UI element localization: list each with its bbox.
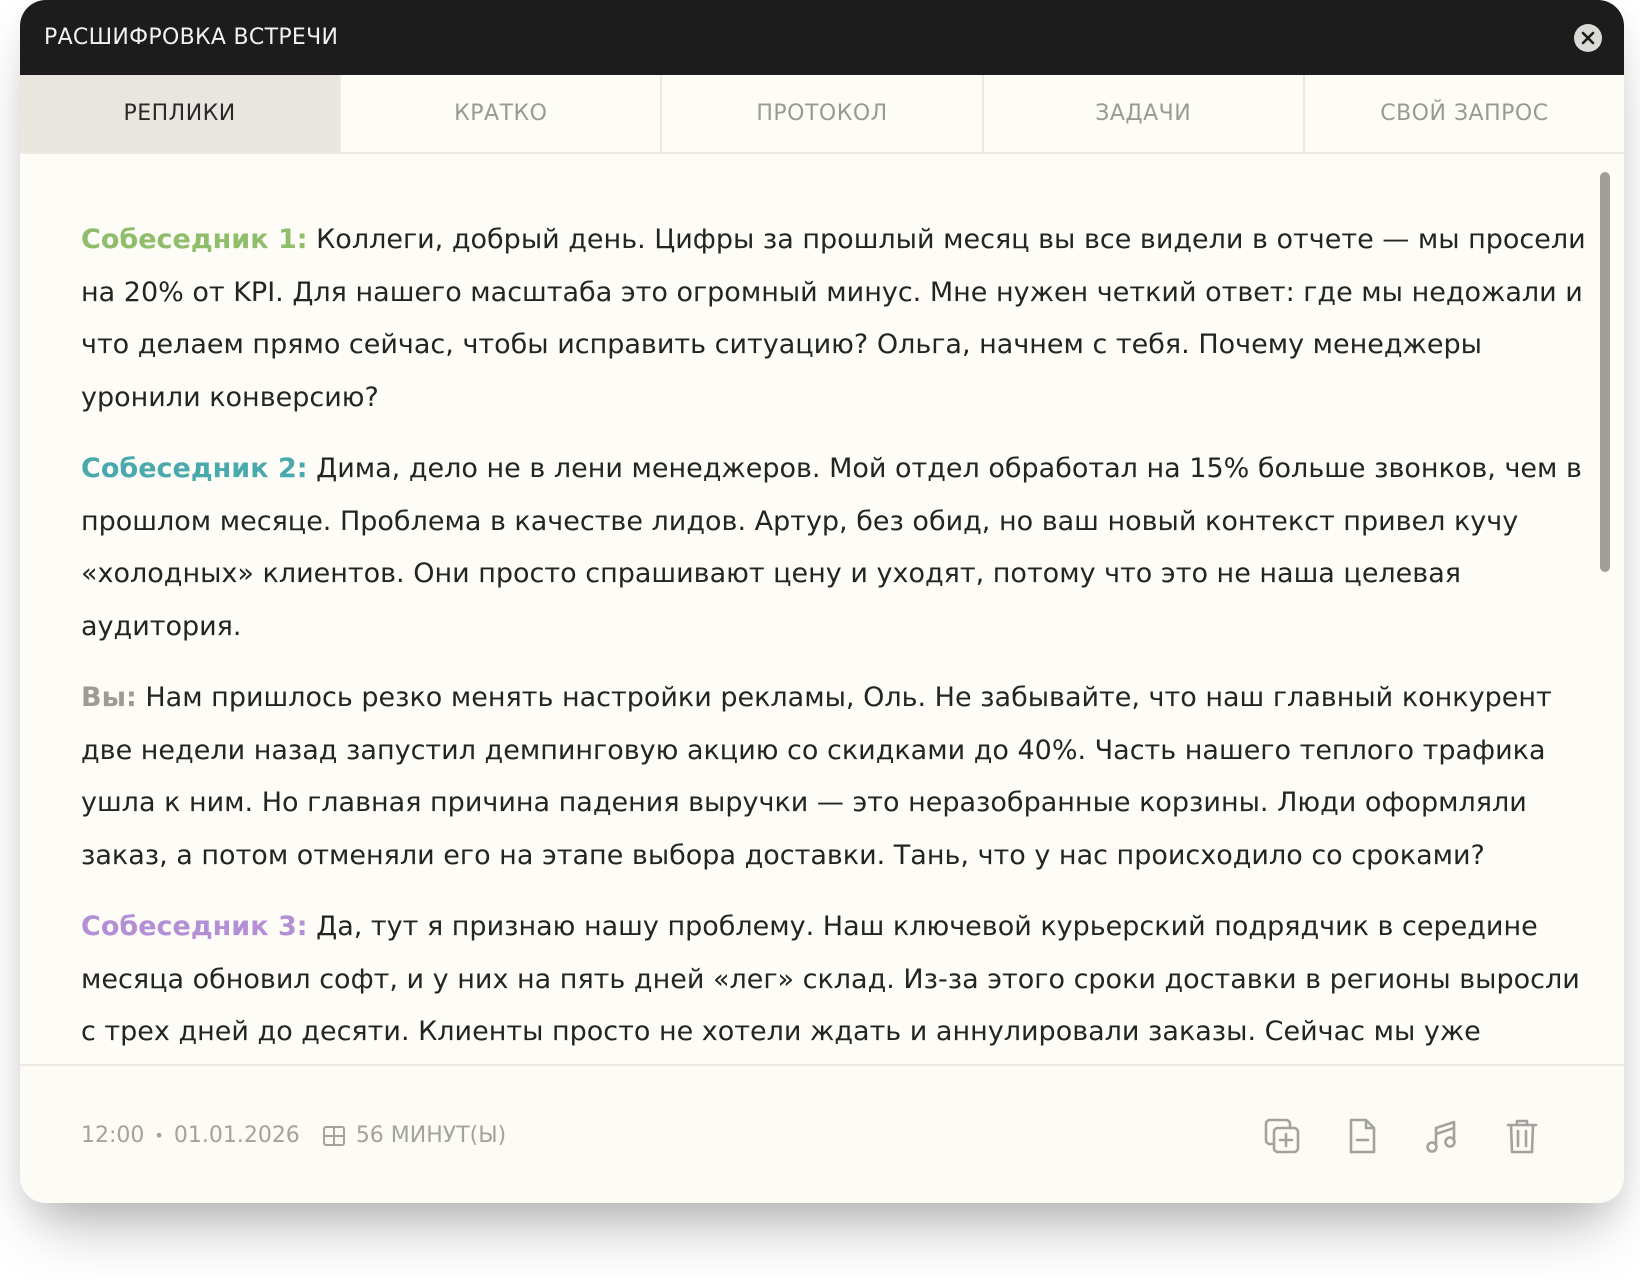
footer-bar: 12:00 • 01.01.2026 56 МИНУТ(Ы) (20, 1064, 1624, 1203)
transcript-entry: Собеседник 2: Дима, дело не в лени менед… (81, 443, 1601, 653)
meta-separator: • (154, 1126, 164, 1145)
tab-protocol[interactable]: ПРОТОКОЛ (662, 75, 984, 152)
trash-icon (1506, 1119, 1538, 1153)
copy-add-icon (1264, 1118, 1300, 1153)
copy-add-button[interactable] (1260, 1114, 1304, 1158)
transcript-entry: Вы: Нам пришлось резко менять настройки … (81, 672, 1601, 882)
transcript-entry: Собеседник 3: Да, тут я признаю нашу про… (81, 901, 1601, 1059)
tab-custom-query[interactable]: СВОЙ ЗАПРОС (1305, 75, 1624, 152)
transcript-list: Собеседник 1: Коллеги, добрый день. Цифр… (81, 214, 1601, 1064)
tab-tasks[interactable]: ЗАДАЧИ (984, 75, 1305, 152)
utterance-text: Нам пришлось резко менять настройки рекл… (81, 682, 1552, 871)
delete-button[interactable] (1500, 1114, 1544, 1158)
meeting-date: 01.01.2026 (173, 1123, 300, 1148)
tab-replies[interactable]: РЕПЛИКИ (20, 75, 342, 152)
meeting-time: 12:00 (81, 1123, 145, 1148)
document-button[interactable] (1340, 1114, 1384, 1158)
transcript-dialog: РАСШИФРОВКА ВСТРЕЧИ РЕПЛИКИ КРАТКО ПРОТО… (20, 0, 1624, 1203)
tab-bar: РЕПЛИКИ КРАТКО ПРОТОКОЛ ЗАДАЧИ СВОЙ ЗАПР… (20, 75, 1624, 154)
audio-button[interactable] (1420, 1114, 1464, 1158)
document-icon (1349, 1118, 1376, 1153)
scrollbar-thumb[interactable] (1600, 172, 1610, 572)
speaker-label: Собеседник 2: (81, 453, 308, 484)
table-icon (322, 1124, 346, 1148)
utterance-text: Коллеги, добрый день. Цифры за прошлый м… (81, 224, 1586, 413)
meeting-meta: 12:00 • 01.01.2026 56 МИНУТ(Ы) (81, 1066, 506, 1203)
speaker-label: Собеседник 1: (81, 224, 308, 255)
speaker-label: Вы: (81, 682, 137, 713)
speaker-label: Собеседник 3: (81, 911, 308, 942)
title-bar: РАСШИФРОВКА ВСТРЕЧИ (20, 0, 1624, 75)
transcript-panel[interactable]: Собеседник 1: Коллеги, добрый день. Цифр… (20, 154, 1624, 1064)
dialog-title: РАСШИФРОВКА ВСТРЕЧИ (44, 25, 339, 50)
meeting-duration: 56 МИНУТ(Ы) (355, 1123, 507, 1148)
footer-actions (1224, 1066, 1544, 1203)
close-button[interactable] (1574, 24, 1602, 52)
transcript-entry: Собеседник 1: Коллеги, добрый день. Цифр… (81, 214, 1601, 424)
close-icon (1581, 31, 1595, 45)
tab-summary[interactable]: КРАТКО (341, 75, 663, 152)
music-icon (1426, 1120, 1456, 1153)
